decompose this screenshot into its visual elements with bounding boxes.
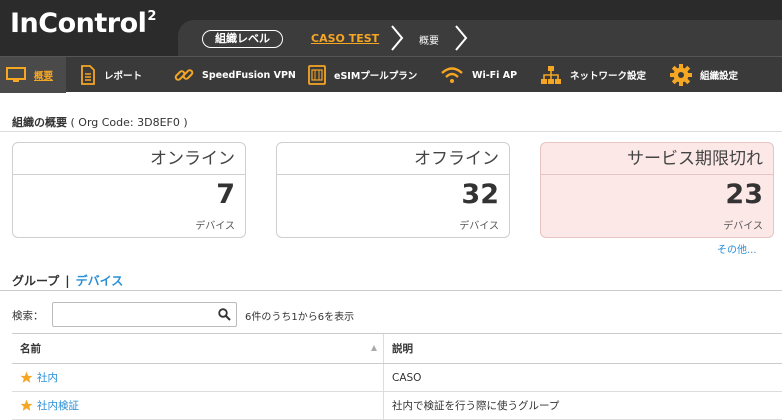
card-unit: デバイス <box>195 221 235 232</box>
tab-separator: | <box>65 273 70 288</box>
nav-label: ネットワーク設定 <box>570 71 647 82</box>
org-code: ( Org Code: 3D8EF0 ) <box>70 116 188 129</box>
card-title: サービス期限切れ <box>541 143 773 175</box>
org-overview-heading: 組織の概要 <box>12 116 67 129</box>
online-card[interactable]: オンライン 7 デバイス <box>12 142 246 238</box>
table-cell-name: 社内 <box>12 364 384 391</box>
breadcrumb: 組織レベル CASO TEST 概要 <box>178 20 782 56</box>
nav-label: SpeedFusion VPN <box>202 69 296 81</box>
divider <box>0 131 782 132</box>
nav-item-overview[interactable]: 概要 <box>0 57 66 93</box>
card-unit: デバイス <box>723 221 763 232</box>
group-table: 名前 説明 社内 CASO 社内検証 社内で検証を行う際に使うグループ <box>12 333 782 420</box>
group-name-link[interactable]: 社内検証 <box>37 398 79 413</box>
main-nav: 概要 レポート SpeedFusion VPN eSIMプールプラン Wi-Fi… <box>0 56 782 93</box>
wifi-icon <box>441 67 463 83</box>
breadcrumb-current-page: 概要 <box>419 36 439 47</box>
search-icon[interactable] <box>218 308 231 321</box>
column-label: 名前 <box>20 343 41 355</box>
gear-icon <box>670 64 692 86</box>
card-title: オンライン <box>13 143 245 175</box>
more-link[interactable]: その他... <box>717 241 757 256</box>
link-icon <box>174 69 194 81</box>
nav-item-wifi-ap[interactable]: Wi-Fi AP <box>440 57 517 93</box>
nav-item-org-settings[interactable]: 組織設定 <box>670 57 738 93</box>
nav-label: eSIMプールプラン <box>334 71 418 82</box>
network-icon <box>541 66 561 84</box>
tab-devices[interactable]: デバイス <box>76 272 124 289</box>
search-input[interactable] <box>52 302 237 327</box>
column-header-description[interactable]: 説明 <box>384 334 782 363</box>
divider <box>0 290 782 291</box>
app-header: InControl2 組織レベル CASO TEST 概要 <box>0 0 782 56</box>
nav-label: Wi-Fi AP <box>472 69 518 81</box>
logo-text: InControl <box>10 8 147 39</box>
chevron-right-icon <box>391 25 404 51</box>
table-cell-description: CASO <box>392 371 422 384</box>
nav-item-esim[interactable]: eSIMプールプラン <box>308 57 417 93</box>
star-icon[interactable] <box>20 399 33 412</box>
monitor-icon <box>6 67 26 82</box>
column-label: 説明 <box>392 343 413 355</box>
sort-icon <box>371 345 377 351</box>
star-icon[interactable] <box>20 371 33 384</box>
nav-label: 組織設定 <box>700 71 739 82</box>
nav-item-reports[interactable]: レポート <box>80 57 142 93</box>
card-unit: デバイス <box>459 221 499 232</box>
table-row[interactable]: 社内検証 社内で検証を行う際に使うグループ <box>12 392 782 420</box>
search-label: 検索： <box>12 310 44 322</box>
result-count: 6件のうち1から6を表示 <box>245 312 355 323</box>
nav-item-network-settings[interactable]: ネットワーク設定 <box>540 57 646 93</box>
column-header-name[interactable]: 名前 <box>12 334 384 363</box>
logo-superscript: 2 <box>147 9 156 24</box>
nav-item-speedfusion[interactable]: SpeedFusion VPN <box>174 57 296 93</box>
card-count: 23 <box>725 179 763 210</box>
card-count: 7 <box>216 179 235 210</box>
card-title: オフライン <box>277 143 509 175</box>
table-cell-description: 社内で検証を行う際に使うグループ <box>392 400 560 412</box>
view-tabs: グループ | デバイス <box>12 272 123 289</box>
table-header: 名前 説明 <box>12 334 782 364</box>
group-name-link[interactable]: 社内 <box>37 370 58 385</box>
offline-card[interactable]: オフライン 32 デバイス <box>276 142 510 238</box>
document-icon <box>81 65 95 85</box>
table-row[interactable]: 社内 CASO <box>12 364 782 392</box>
table-cell-name: 社内検証 <box>12 392 384 419</box>
breadcrumb-level-pill[interactable]: 組織レベル <box>202 30 283 48</box>
incontrol-logo[interactable]: InControl2 <box>10 8 156 39</box>
breadcrumb-org-link[interactable]: CASO TEST <box>311 32 379 45</box>
nav-label: 概要 <box>34 71 54 82</box>
expired-card[interactable]: サービス期限切れ 23 デバイス <box>540 142 774 238</box>
card-count: 32 <box>461 179 499 210</box>
chevron-right-icon <box>455 25 468 51</box>
tab-group[interactable]: グループ <box>12 272 59 289</box>
org-overview-title: 組織の概要 ( Org Code: 3D8EF0 ) <box>12 114 188 130</box>
sim-card-icon <box>308 65 326 85</box>
nav-label: レポート <box>104 71 143 82</box>
